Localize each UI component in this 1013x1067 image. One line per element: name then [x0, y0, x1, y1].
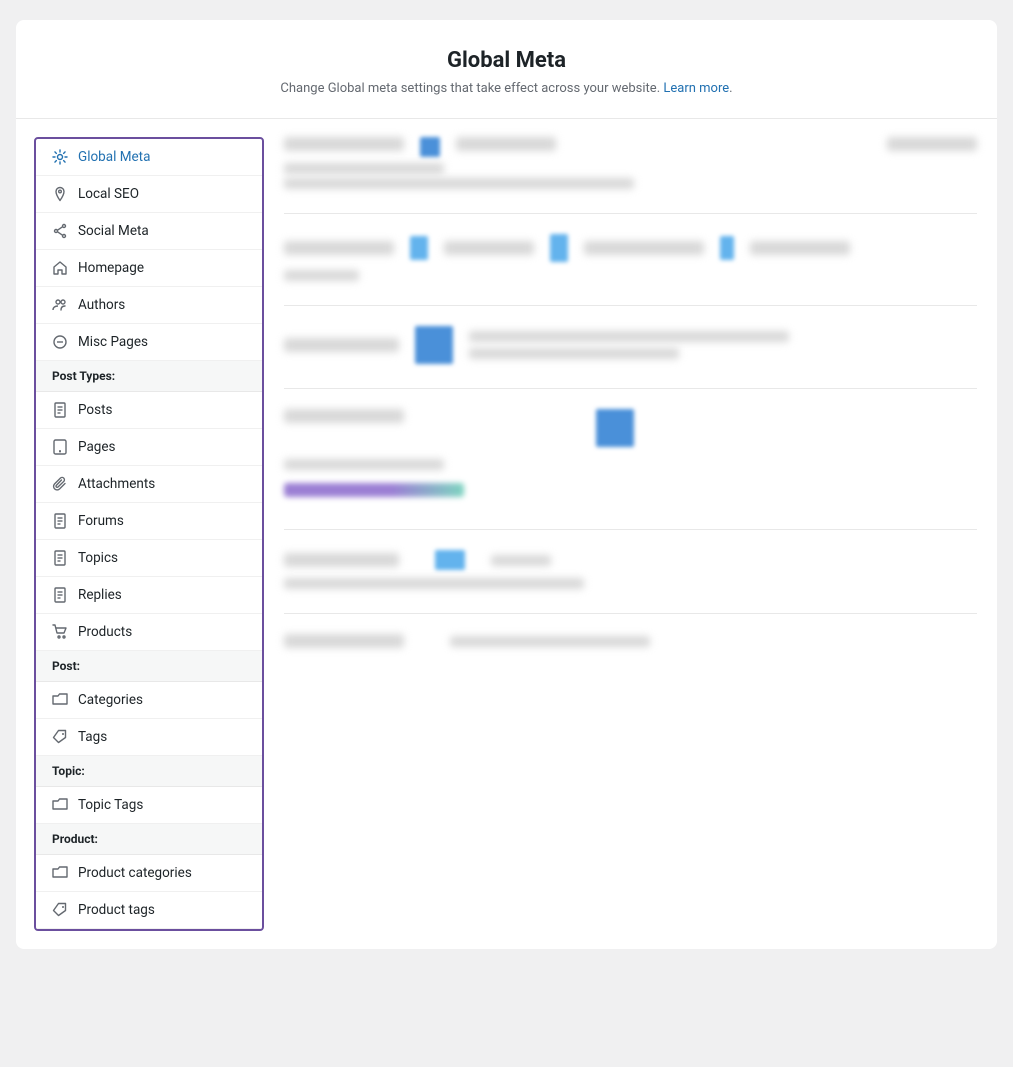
sidebar-item-attachments[interactable]: Attachments	[36, 466, 262, 503]
topic-folder-icon	[52, 797, 68, 813]
sidebar-label-social-meta: Social Meta	[78, 223, 149, 239]
divider-1	[284, 213, 977, 214]
divider-3	[284, 388, 977, 389]
content-row-2	[284, 234, 977, 281]
post-types-header: Post Types:	[36, 361, 262, 392]
divider-2	[284, 305, 977, 306]
topic-header: Topic:	[36, 756, 262, 787]
page-title: Global Meta	[56, 48, 957, 73]
people-icon	[52, 297, 68, 313]
page-description: Change Global meta settings that take ef…	[56, 81, 957, 96]
sidebar-item-authors[interactable]: Authors	[36, 287, 262, 324]
sidebar: Global Meta Local SEO	[34, 137, 264, 931]
sidebar-label-forums: Forums	[78, 513, 124, 529]
sidebar-label-posts: Posts	[78, 402, 112, 418]
paperclip-icon	[52, 476, 68, 492]
sidebar-label-replies: Replies	[78, 587, 122, 603]
sidebar-item-product-tags[interactable]: Product tags	[36, 892, 262, 929]
sidebar-item-homepage[interactable]: Homepage	[36, 250, 262, 287]
sidebar-label-categories: Categories	[78, 692, 143, 708]
folder-icon	[52, 692, 68, 708]
sidebar-label-misc-pages: Misc Pages	[78, 334, 148, 350]
content-row-6	[284, 634, 977, 648]
sidebar-label-topics: Topics	[78, 550, 118, 566]
cart-icon	[52, 624, 68, 640]
location-icon	[52, 186, 68, 202]
share-icon	[52, 223, 68, 239]
sidebar-label-product-categories: Product categories	[78, 865, 192, 881]
sidebar-label-attachments: Attachments	[78, 476, 155, 492]
content-row-5	[284, 550, 977, 589]
sidebar-label-products: Products	[78, 624, 132, 640]
sidebar-item-global-meta[interactable]: Global Meta	[36, 139, 262, 176]
post-header: Post:	[36, 651, 262, 682]
sidebar-item-local-seo[interactable]: Local SEO	[36, 176, 262, 213]
sidebar-label-topic-tags: Topic Tags	[78, 797, 143, 813]
divider-4	[284, 529, 977, 530]
sidebar-item-posts[interactable]: Posts	[36, 392, 262, 429]
forums-icon	[52, 513, 68, 529]
header-section: Global Meta Change Global meta settings …	[16, 20, 997, 119]
sidebar-item-product-categories[interactable]: Product categories	[36, 855, 262, 892]
sidebar-item-categories[interactable]: Categories	[36, 682, 262, 719]
sidebar-item-products[interactable]: Products	[36, 614, 262, 651]
sidebar-item-tags[interactable]: Tags	[36, 719, 262, 756]
sidebar-label-homepage: Homepage	[78, 260, 144, 276]
main-content	[264, 119, 997, 690]
product-folder-icon	[52, 865, 68, 881]
sidebar-label-local-seo: Local SEO	[78, 186, 139, 202]
divider-5	[284, 613, 977, 614]
sidebar-item-replies[interactable]: Replies	[36, 577, 262, 614]
circle-minus-icon	[52, 334, 68, 350]
sidebar-label-tags: Tags	[78, 729, 107, 745]
sidebar-item-topic-tags[interactable]: Topic Tags	[36, 787, 262, 824]
gear-icon	[52, 149, 68, 165]
sidebar-label-pages: Pages	[78, 439, 116, 455]
topics-icon	[52, 550, 68, 566]
home-icon	[52, 260, 68, 276]
document-icon	[52, 402, 68, 418]
content-area: Global Meta Local SEO	[16, 119, 997, 949]
sidebar-item-pages[interactable]: Pages	[36, 429, 262, 466]
sidebar-item-social-meta[interactable]: Social Meta	[36, 213, 262, 250]
sidebar-item-forums[interactable]: Forums	[36, 503, 262, 540]
sidebar-label-global-meta: Global Meta	[78, 149, 150, 165]
learn-more-link[interactable]: Learn more	[663, 81, 729, 96]
sidebar-item-misc-pages[interactable]: Misc Pages	[36, 324, 262, 361]
sidebar-label-authors: Authors	[78, 297, 125, 313]
replies-icon	[52, 587, 68, 603]
product-header: Product:	[36, 824, 262, 855]
content-row-3	[284, 326, 977, 364]
tag-icon	[52, 729, 68, 745]
sidebar-item-topics[interactable]: Topics	[36, 540, 262, 577]
content-row-1	[284, 137, 977, 189]
main-card: Global Meta Change Global meta settings …	[16, 20, 997, 949]
sidebar-label-product-tags: Product tags	[78, 902, 155, 918]
content-row-4	[284, 409, 977, 505]
tablet-icon	[52, 439, 68, 455]
product-tag-icon	[52, 902, 68, 918]
page-wrapper: Global Meta Change Global meta settings …	[0, 0, 1013, 1067]
